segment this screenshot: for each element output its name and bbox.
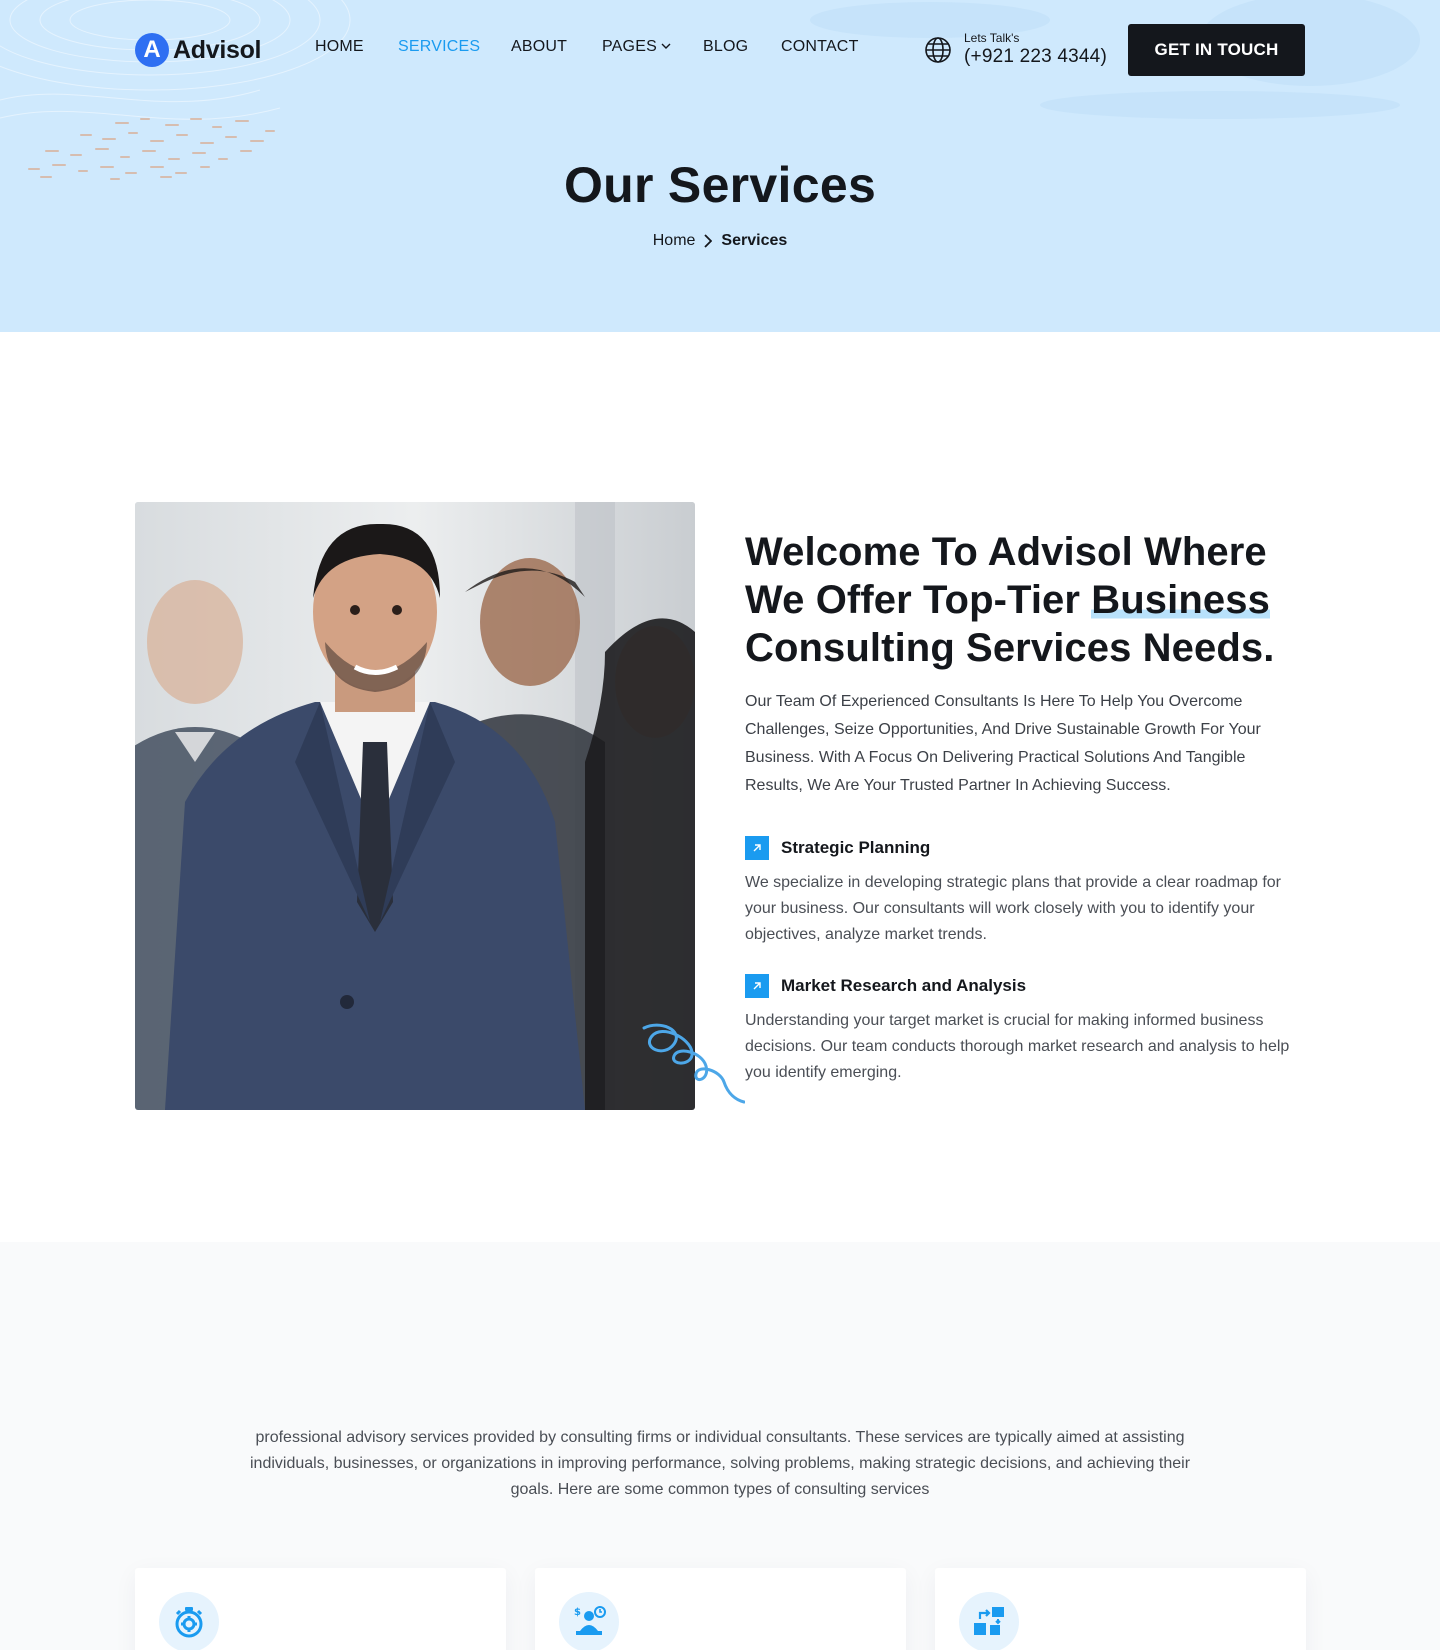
about-description: Our Team Of Experienced Consultants Is H… [745,693,1261,794]
contact-phone[interactable]: (+921 223 4344) [964,45,1107,69]
feature-description: Understanding your target market is cruc… [745,1012,1290,1081]
chevron-right-icon [704,234,713,248]
team-photo [135,502,695,1110]
nav-home[interactable]: HOME [315,38,364,56]
feature-market-research: Market Research and Analysis Understandi… [745,974,1305,1086]
services-intro: professional advisory services provided … [249,1429,1191,1498]
service-card[interactable] [935,1568,1306,1650]
about-heading-part-2: Consulting Services Needs. [745,626,1275,670]
feature-strategic-planning: Strategic Planning We specialize in deve… [745,836,1305,948]
svg-text:$: $ [574,1607,581,1618]
arrow-up-right-icon [745,974,769,998]
contact-label: Lets Talk's [964,31,1020,45]
logo-mark: A [135,33,169,67]
breadcrumb-home-link[interactable]: Home [653,232,696,250]
services-section: professional advisory services provided … [0,1242,1440,1650]
nav-services[interactable]: SERVICES [398,38,480,56]
service-card[interactable]: $ [535,1568,906,1650]
nav-blog[interactable]: BLOG [703,38,748,56]
page-title: Our Services [563,157,877,213]
brand-logo[interactable]: A Advisol [135,33,262,67]
nav-pages-label: PAGES [602,38,657,55]
chevron-down-icon [661,43,671,49]
feature-title: Strategic Planning [781,838,931,857]
nav-about[interactable]: ABOUT [511,38,567,56]
contact-phone-block[interactable]: Lets Talk's (+921 223 4344) [924,30,1107,70]
feature-description: We specialize in developing strategic pl… [745,874,1281,943]
nav-pages[interactable]: PAGES [602,38,671,56]
globe-icon [925,37,951,63]
workflow-icon [959,1592,1019,1650]
breadcrumb: Home Services [0,232,1440,250]
about-heading-highlight: Business [1091,578,1270,622]
feature-title: Market Research and Analysis [781,976,1027,995]
arrow-up-right-icon [745,836,769,860]
squiggle-decoration [642,1023,745,1104]
service-card[interactable] [135,1568,506,1650]
consultant-desk-icon: $ [559,1592,619,1650]
site-header: A Advisol HOME SERVICES ABOUT PAGES BLOG… [0,0,1440,100]
breadcrumb-current: Services [721,232,788,249]
page-hero: A Advisol HOME SERVICES ABOUT PAGES BLOG… [0,0,1440,332]
get-in-touch-button[interactable]: GET IN TOUCH [1128,24,1305,76]
nav-contact[interactable]: CONTACT [781,38,859,56]
stopwatch-gear-icon [159,1592,219,1650]
about-heading: Welcome To Advisol Where We Offer Top-Ti… [745,528,1305,672]
brand-name: Advisol [173,35,262,64]
